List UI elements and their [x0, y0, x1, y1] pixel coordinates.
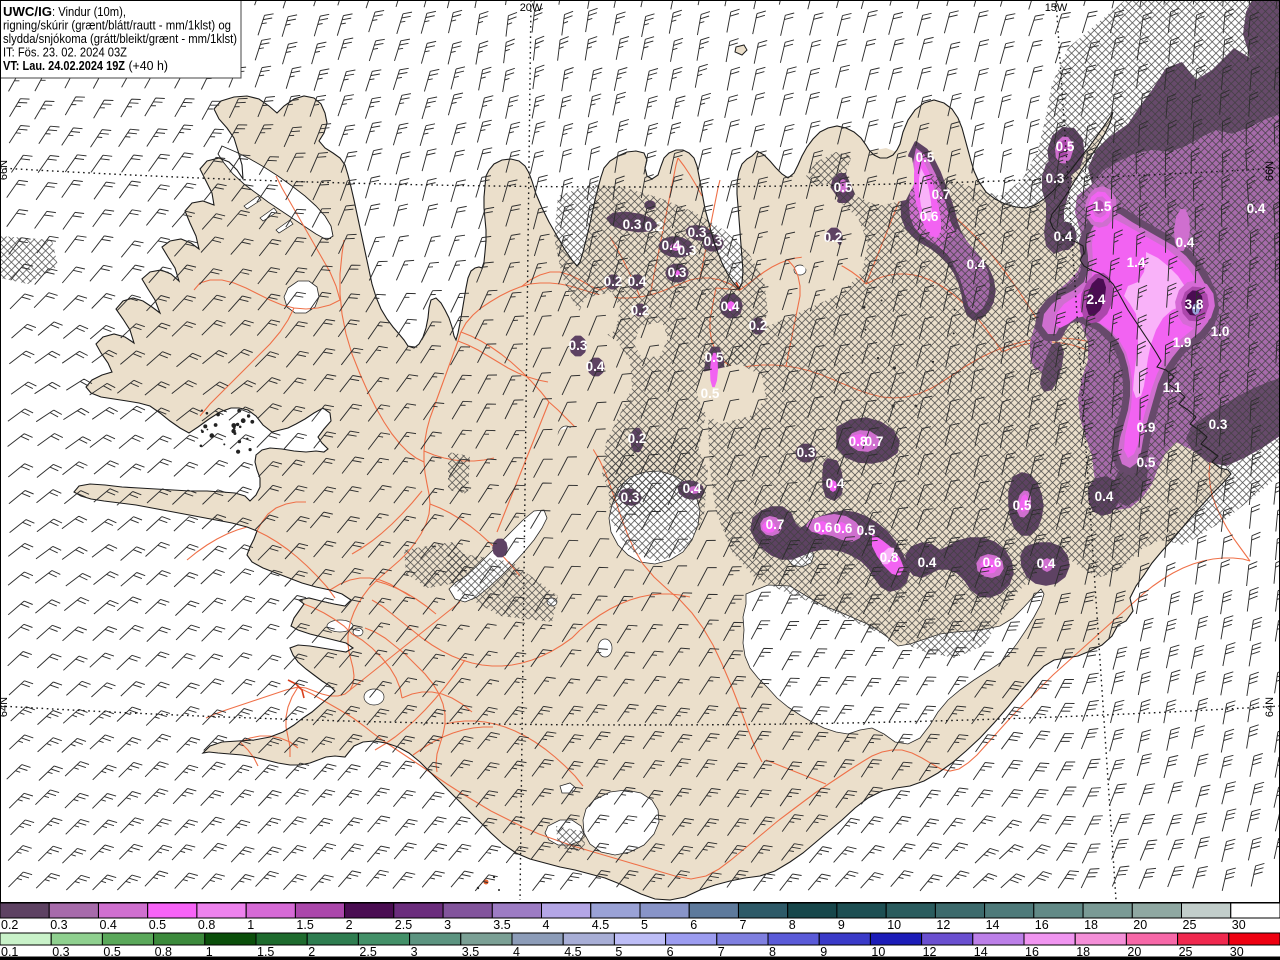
svg-text:0.3: 0.3: [704, 234, 723, 249]
svg-text:20: 20: [1133, 918, 1147, 932]
svg-text:0.7: 0.7: [932, 187, 951, 202]
svg-text:12: 12: [936, 918, 950, 932]
svg-text:0.3: 0.3: [569, 338, 588, 353]
svg-text:18: 18: [1084, 918, 1098, 932]
svg-text:15W: 15W: [1045, 2, 1068, 14]
svg-text:1.4: 1.4: [1127, 255, 1146, 270]
svg-text:2: 2: [346, 918, 353, 932]
svg-text:1: 1: [247, 918, 254, 932]
svg-text:0.4: 0.4: [1095, 489, 1114, 504]
svg-text:20W: 20W: [520, 2, 543, 14]
svg-text:slydda/snjókoma (grátt/bleikt/: slydda/snjókoma (grátt/bleikt/grænt - mm…: [3, 32, 237, 46]
svg-text:0.4: 0.4: [100, 918, 117, 932]
svg-text:0.5: 0.5: [701, 386, 720, 401]
svg-text:3.8: 3.8: [1185, 297, 1204, 312]
svg-text:64N: 64N: [0, 697, 10, 717]
svg-text:0.4: 0.4: [1176, 235, 1195, 250]
svg-text:0.6: 0.6: [983, 555, 1002, 570]
svg-text:0.4: 0.4: [826, 476, 845, 491]
svg-text:0.2: 0.2: [604, 274, 623, 289]
svg-text:1.1: 1.1: [1163, 380, 1182, 395]
svg-text:0.2: 0.2: [628, 431, 647, 446]
svg-text:5: 5: [641, 918, 648, 932]
svg-text:0.7: 0.7: [766, 517, 785, 532]
svg-text:IT: Fös. 23. 02. 2024 03Z: IT: Fös. 23. 02. 2024 03Z: [3, 46, 127, 60]
svg-text:4: 4: [543, 918, 550, 932]
svg-text:0.2: 0.2: [1, 918, 18, 932]
svg-text:30: 30: [1232, 918, 1246, 932]
svg-text:25: 25: [1183, 918, 1197, 932]
svg-text:0.5: 0.5: [1013, 498, 1032, 513]
svg-text:64N: 64N: [1264, 697, 1276, 717]
svg-text:8: 8: [789, 918, 796, 932]
svg-text:rigning/skúrir (grænt/blátt/ra: rigning/skúrir (grænt/blátt/rautt - mm/1…: [3, 19, 231, 33]
svg-text:0.2: 0.2: [749, 318, 768, 333]
svg-text:1.5: 1.5: [1093, 199, 1112, 214]
svg-text:3.5: 3.5: [493, 918, 510, 932]
svg-text:0.4: 0.4: [1054, 229, 1073, 244]
svg-text:1.9: 1.9: [1173, 335, 1192, 350]
svg-text:2.4: 2.4: [1087, 292, 1106, 307]
svg-text:0.9: 0.9: [1137, 420, 1156, 435]
svg-text:0.4: 0.4: [918, 555, 937, 570]
svg-text:0.3: 0.3: [668, 265, 687, 280]
svg-text:3: 3: [444, 918, 451, 932]
svg-text:0.3: 0.3: [1209, 417, 1228, 432]
svg-text:0.4: 0.4: [1247, 201, 1266, 216]
svg-text:9: 9: [838, 918, 845, 932]
svg-text:0.5: 0.5: [857, 523, 876, 538]
svg-text:VT: Lau. 24.02.2024 19Z (+40 h: VT: Lau. 24.02.2024 19Z (+40 h): [3, 59, 168, 73]
svg-text:66N: 66N: [0, 160, 10, 180]
svg-text:7: 7: [740, 918, 747, 932]
svg-text:1.0: 1.0: [1211, 324, 1230, 339]
svg-text:UWC/IG: Vindur (10m),: UWC/IG: Vindur (10m),: [3, 5, 126, 19]
svg-text:0.4: 0.4: [967, 257, 986, 272]
svg-text:0.6: 0.6: [920, 209, 939, 224]
svg-text:0.2: 0.2: [631, 303, 650, 318]
svg-text:14: 14: [986, 918, 1000, 932]
svg-text:0.4: 0.4: [628, 274, 647, 289]
svg-text:0.5: 0.5: [916, 150, 935, 165]
svg-text:2.5: 2.5: [395, 918, 412, 932]
svg-text:6: 6: [690, 918, 697, 932]
svg-text:4.5: 4.5: [592, 918, 609, 932]
svg-text:0.3: 0.3: [621, 490, 640, 505]
svg-text:0.5: 0.5: [149, 918, 166, 932]
svg-text:0.4: 0.4: [1037, 556, 1056, 571]
svg-text:0.5: 0.5: [1137, 455, 1156, 470]
svg-text:0.6: 0.6: [834, 521, 853, 536]
svg-text:0.7: 0.7: [865, 434, 884, 449]
svg-text:0.4: 0.4: [721, 299, 740, 314]
svg-text:0.6: 0.6: [814, 520, 833, 535]
svg-text:0.3: 0.3: [1046, 171, 1065, 186]
svg-text:0.2: 0.2: [824, 230, 843, 245]
svg-text:0.8: 0.8: [880, 550, 899, 565]
svg-text:0.2: 0.2: [645, 219, 664, 234]
svg-text:1.5: 1.5: [296, 918, 313, 932]
svg-text:0.8: 0.8: [198, 918, 215, 932]
svg-text:0.4: 0.4: [586, 359, 605, 374]
svg-text:0.3: 0.3: [623, 217, 642, 232]
svg-text:0.3: 0.3: [678, 243, 697, 258]
svg-text:0.4: 0.4: [683, 481, 702, 496]
svg-text:10: 10: [887, 918, 901, 932]
svg-text:0.5: 0.5: [1056, 139, 1075, 154]
svg-text:0.3: 0.3: [50, 918, 67, 932]
svg-text:0.5: 0.5: [834, 180, 853, 195]
svg-text:0.3: 0.3: [797, 445, 816, 460]
svg-text:0.5: 0.5: [705, 350, 724, 365]
svg-text:66N: 66N: [1264, 161, 1276, 181]
svg-text:16: 16: [1035, 918, 1049, 932]
